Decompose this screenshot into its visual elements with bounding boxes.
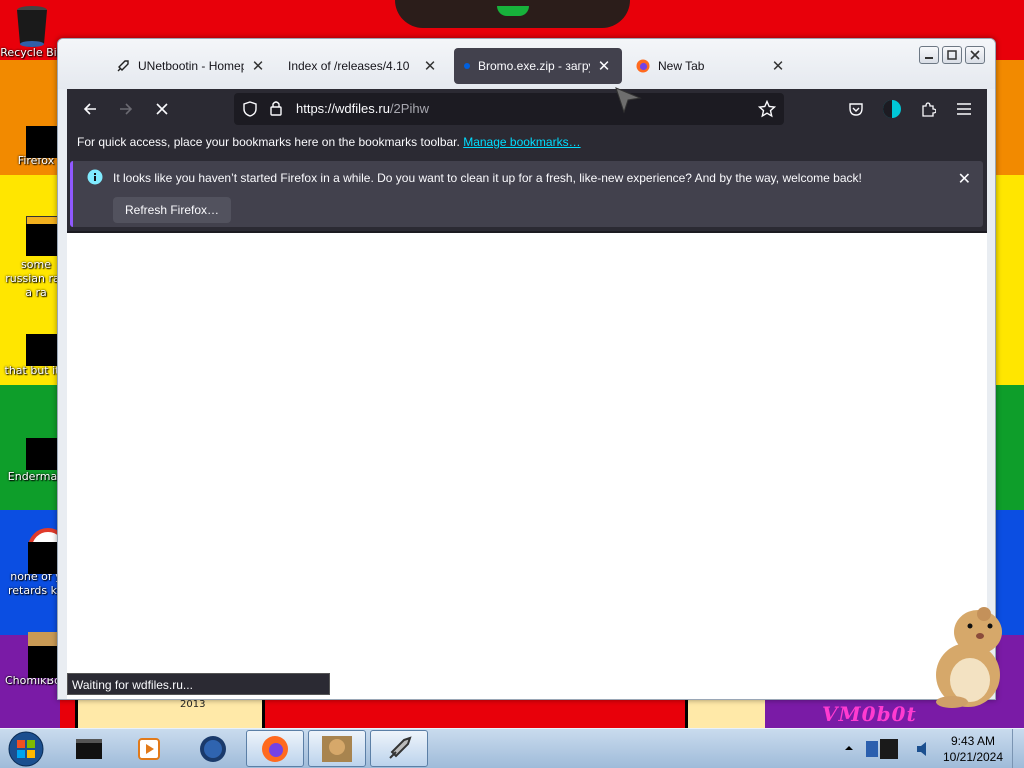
pocket-icon xyxy=(849,103,863,116)
tab-title: Index of /releases/4.10 xyxy=(288,59,410,73)
hamburger-menu-icon xyxy=(957,103,971,115)
chevron-up-icon[interactable] xyxy=(844,743,854,753)
taskbar-item-media-player[interactable] xyxy=(120,730,178,767)
firefox-icon xyxy=(636,59,650,73)
tab-index-releases[interactable]: Index of /releases/4.10 ✕ xyxy=(278,48,448,84)
menu-button[interactable] xyxy=(951,96,977,122)
url-path: /2Pihw xyxy=(389,101,429,116)
close-window-button[interactable] xyxy=(965,46,985,64)
taskbar-item-firefox[interactable] xyxy=(246,730,304,767)
clock-time: 9:43 AM xyxy=(950,734,996,748)
tab-new-tab[interactable]: New Tab ✕ xyxy=(626,48,796,84)
wallpaper-logo: VM0b0t xyxy=(822,702,917,726)
desktop-icon-label: Recycle Bin xyxy=(0,46,64,59)
notification-message: It looks like you haven’t started Firefo… xyxy=(113,171,862,185)
taskbar-item-globe[interactable] xyxy=(184,730,242,767)
hamster-mascot-icon xyxy=(936,607,1002,708)
stop-button[interactable] xyxy=(149,96,175,122)
back-button[interactable] xyxy=(77,96,103,122)
clock[interactable]: 9:43 AM 10/21/2024 xyxy=(938,733,1008,765)
start-button[interactable] xyxy=(6,730,46,768)
bookmarks-hint-text: For quick access, place your bookmarks h… xyxy=(77,135,460,149)
folder-icon xyxy=(12,322,58,366)
tab-close-button[interactable]: ✕ xyxy=(596,57,612,75)
star-icon[interactable] xyxy=(758,100,776,118)
wallpaper-shape-mid xyxy=(685,700,765,728)
firefox-icon xyxy=(16,112,58,158)
firefox-icon xyxy=(262,735,288,762)
desktop-icon-recycle-bin[interactable]: Recycle Bin xyxy=(0,4,64,60)
taskbar: 9:43 AM 10/21/2024 xyxy=(0,728,1024,768)
taskbar-item-chomikbox[interactable] xyxy=(308,730,366,767)
show-desktop-button[interactable] xyxy=(1012,729,1024,768)
stop-icon xyxy=(156,103,168,115)
minimize-button[interactable] xyxy=(919,46,939,64)
rocket-icon xyxy=(389,735,412,759)
maximize-icon xyxy=(947,50,957,60)
chomikbox-icon xyxy=(16,632,68,678)
network-icon[interactable] xyxy=(864,737,908,761)
manage-bookmarks-link[interactable]: Manage bookmarks… xyxy=(463,135,580,149)
cursor-icon xyxy=(615,87,642,114)
arrow-left-icon xyxy=(83,103,96,115)
media-player-icon xyxy=(138,737,160,760)
arrow-right-icon xyxy=(120,103,133,115)
tab-close-button[interactable]: ✕ xyxy=(250,57,266,75)
wallpaper-figure-eyes xyxy=(497,6,529,16)
tab-unetbootin[interactable]: UNetbootin - Homep ✕ xyxy=(106,48,276,84)
minimize-icon xyxy=(925,57,933,59)
navigation-toolbar: https://wdfiles.ru/2Pihw xyxy=(67,89,987,129)
terminal-icon xyxy=(76,738,102,759)
bookmarks-toolbar: For quick access, place your bookmarks h… xyxy=(67,129,987,157)
refresh-firefox-notification: It looks like you haven’t started Firefo… xyxy=(70,161,983,227)
desktop-icon-label: that but it xyxy=(4,364,60,377)
recycle-bin-icon xyxy=(12,4,52,47)
puzzle-icon xyxy=(922,102,936,117)
status-bar: Waiting for wdfiles.ru... xyxy=(67,673,330,695)
account-button[interactable] xyxy=(879,96,905,122)
globe-icon xyxy=(200,735,226,762)
tab-close-button[interactable]: ✕ xyxy=(770,57,786,75)
tab-title: Bromo.exe.zip - загру xyxy=(478,59,590,73)
url-text[interactable]: https://wdfiles.ru/2Pihw xyxy=(296,101,429,116)
chomikbox-icon xyxy=(322,735,352,762)
tab-strip: UNetbootin - Homep ✕ Index of /releases/… xyxy=(58,39,995,89)
firefox-window[interactable]: UNetbootin - Homep ✕ Index of /releases/… xyxy=(57,38,996,700)
taskbar-item-cmd[interactable] xyxy=(60,730,118,767)
account-icon xyxy=(883,100,901,118)
rocket-icon xyxy=(117,60,129,72)
extensions-button[interactable] xyxy=(915,96,941,122)
info-icon xyxy=(87,169,103,185)
notification-close-button[interactable]: ✕ xyxy=(958,169,971,188)
wallpaper-shape-left xyxy=(75,700,265,728)
taskbar-item-unetbootin[interactable] xyxy=(370,730,428,767)
close-icon xyxy=(970,50,980,60)
url-host: https://wdfiles.ru xyxy=(296,101,390,116)
loading-icon xyxy=(464,63,470,69)
notification-area: It looks like you haven’t started Firefo… xyxy=(67,157,987,231)
wallpaper-year: 2013 xyxy=(180,699,206,710)
tab-title: New Tab xyxy=(658,59,705,73)
tab-close-button[interactable]: ✕ xyxy=(422,57,438,75)
tab-bromo-zip[interactable]: Bromo.exe.zip - загру ✕ xyxy=(454,48,622,84)
clock-date: 10/21/2024 xyxy=(942,750,1004,764)
url-bar[interactable]: https://wdfiles.ru/2Pihw xyxy=(234,93,784,125)
maximize-button[interactable] xyxy=(942,46,962,64)
desktop-icon-folder[interactable]: that but it xyxy=(0,322,64,378)
windows-logo-icon xyxy=(8,731,44,767)
page-content[interactable] xyxy=(67,231,987,699)
window-icon xyxy=(16,428,58,470)
volume-icon[interactable] xyxy=(914,739,934,759)
shield-icon xyxy=(243,101,257,117)
refresh-firefox-button[interactable]: Refresh Firefox… xyxy=(113,197,232,223)
tab-title: UNetbootin - Homep xyxy=(138,59,244,73)
app-icon xyxy=(16,528,68,574)
lock-icon xyxy=(270,101,282,116)
pocket-button[interactable] xyxy=(843,96,869,122)
forward-button[interactable] xyxy=(113,96,139,122)
document-icon xyxy=(16,216,66,256)
